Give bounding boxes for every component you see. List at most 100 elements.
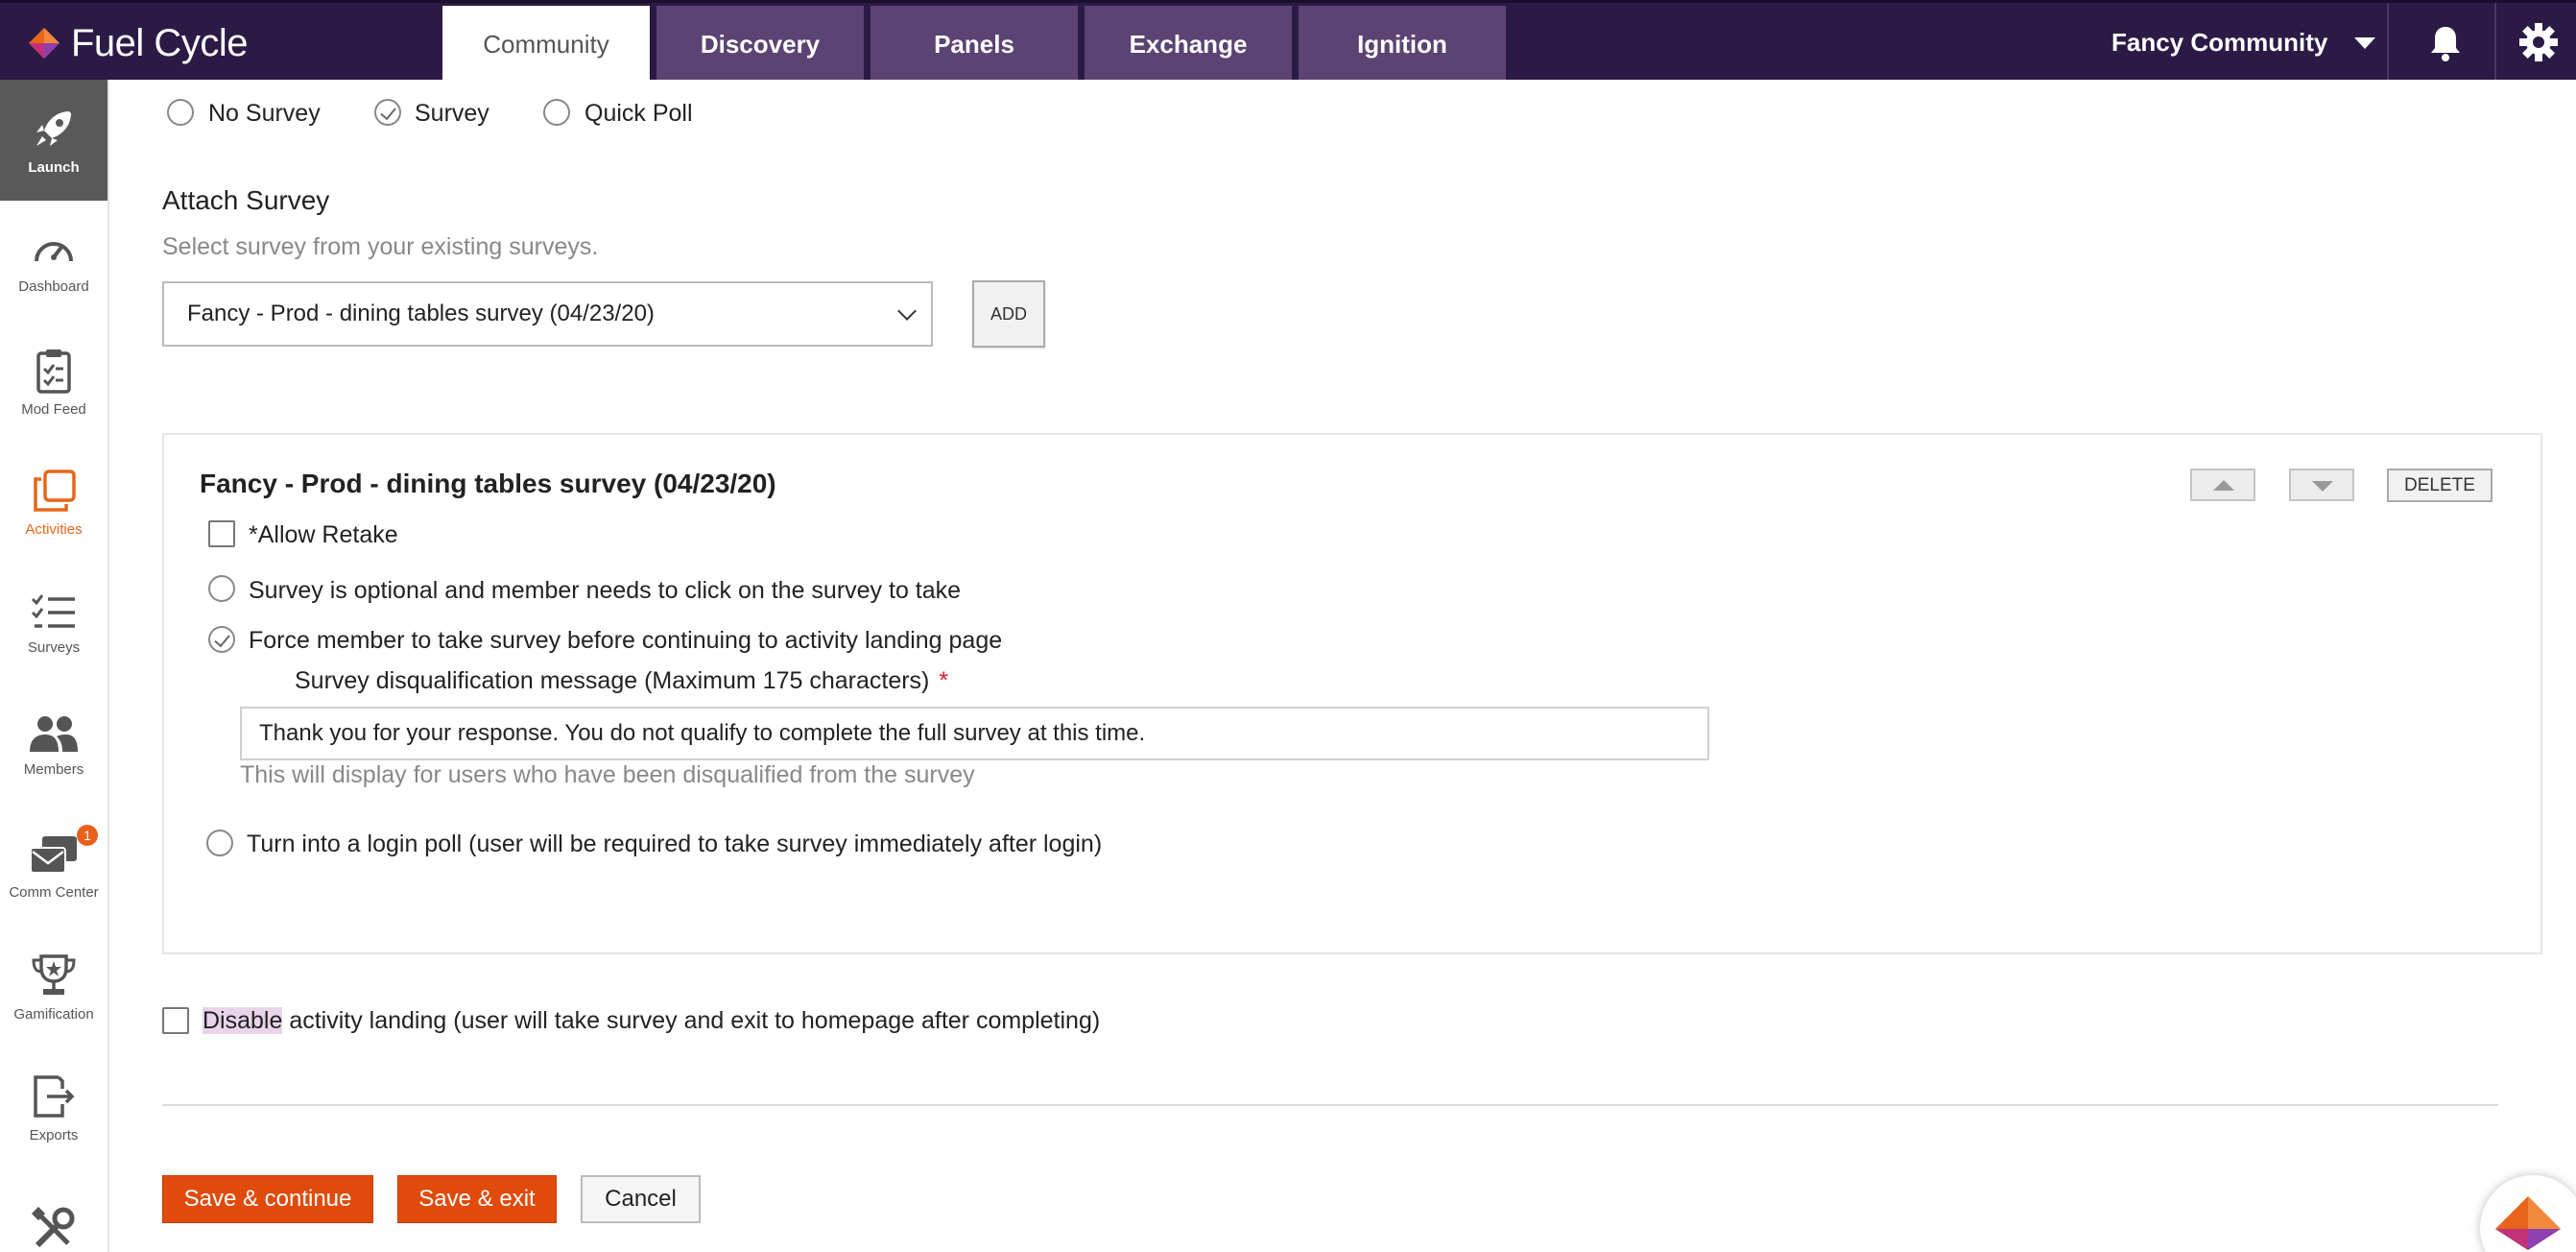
radio-label: Turn into a login poll (user will be req… <box>247 831 1103 857</box>
caret-down-icon <box>2354 36 2376 49</box>
tools-icon <box>31 1206 75 1248</box>
survey-panel-title: Fancy - Prod - dining tables survey (04/… <box>200 469 776 498</box>
disable-landing-label: Disable activity landing (user will take… <box>203 1007 1100 1035</box>
save-exit-button[interactable]: Save & exit <box>397 1175 557 1223</box>
community-name: Fancy Community <box>2111 28 2328 57</box>
gear-icon <box>2519 23 2558 61</box>
sidebar-item-label: Mod Feed <box>21 400 86 418</box>
notifications-button[interactable] <box>2428 24 2463 67</box>
gauge-icon <box>35 241 73 261</box>
tab-community[interactable]: Community <box>442 6 650 83</box>
arrow-up-icon <box>2213 480 2234 491</box>
sidebar-item-label: Surveys <box>27 638 81 656</box>
button-label: Cancel <box>605 1186 677 1212</box>
tab-label: Panels <box>934 29 1014 59</box>
radio-no-survey[interactable] <box>167 99 194 126</box>
radio-label: No Survey <box>208 100 321 127</box>
community-selector[interactable]: Fancy Community <box>2111 3 2376 83</box>
brand-name: Fuel Cycle <box>71 21 248 64</box>
tab-panels[interactable]: Panels <box>871 6 1078 83</box>
save-continue-button[interactable]: Save & continue <box>162 1175 373 1223</box>
dq-label-text: Survey disqualification message (Maximum… <box>295 667 930 694</box>
activities-icon <box>34 469 76 512</box>
radio-label: Force member to take survey before conti… <box>249 627 1003 654</box>
sidebar-item-comm-center[interactable]: 1 Comm Center <box>0 806 107 927</box>
divider <box>2494 3 2496 83</box>
mail-icon <box>30 835 77 874</box>
divider <box>2387 3 2389 83</box>
sidebar-item-activities[interactable]: Activities <box>0 443 107 564</box>
export-icon <box>34 1074 75 1118</box>
section-subtitle: Select survey from your existing surveys… <box>162 233 599 260</box>
radio-survey[interactable] <box>374 99 401 126</box>
sidebar-item-members[interactable]: Members <box>0 685 107 806</box>
sidebar-item-gamification[interactable]: Gamification <box>0 927 107 1047</box>
sidebar-item-label: Activities <box>25 520 83 538</box>
sidebar-item-surveys[interactable]: Surveys <box>0 564 107 685</box>
arrow-down-icon <box>2312 481 2333 492</box>
radio-label: Quick Poll <box>584 100 693 127</box>
section-title: Attach Survey <box>162 185 330 215</box>
radio-label: Survey <box>415 100 489 127</box>
survey-select[interactable]: Fancy - Prod - dining tables survey (04/… <box>162 281 933 347</box>
tab-label: Community <box>483 29 609 59</box>
add-survey-button[interactable]: ADD <box>972 280 1045 348</box>
app-root: Fuel Cycle Community Discovery Panels Ex… <box>0 0 2576 1252</box>
dq-message-label: Survey disqualification message (Maximum… <box>295 667 948 695</box>
button-label: Save & exit <box>418 1186 536 1212</box>
sidebar-item-label: Members <box>23 760 84 778</box>
checklist-icon <box>31 593 75 628</box>
tab-label: Ignition <box>1357 29 1447 59</box>
help-logo-icon <box>2495 1196 2561 1250</box>
required-asterisk: * <box>939 667 949 694</box>
tab-ignition[interactable]: Ignition <box>1299 6 1506 83</box>
label-text: activity landing (user will take survey … <box>282 1007 1101 1034</box>
sidebar-item-mod-feed[interactable]: Mod Feed <box>0 322 107 443</box>
left-sidebar: Launch Dashboard Mod Feed Activities Sur… <box>0 80 109 1252</box>
sidebar-item-launch[interactable]: Launch <box>0 80 107 201</box>
members-icon <box>30 715 78 752</box>
sidebar-item-dashboard[interactable]: Dashboard <box>0 201 107 322</box>
tab-exchange[interactable]: Exchange <box>1085 6 1292 83</box>
notification-badge: 1 <box>77 825 98 846</box>
button-label: Save & continue <box>183 1186 352 1212</box>
sidebar-item-label: Gamification <box>13 1005 94 1023</box>
bell-icon <box>2431 27 2460 61</box>
sidebar-item-label: Comm Center <box>9 883 99 901</box>
rocket-icon <box>36 110 71 146</box>
survey-select-value: Fancy - Prod - dining tables survey (04/… <box>187 301 655 326</box>
sidebar-item-tools[interactable] <box>0 1168 107 1252</box>
radio-force-survey[interactable] <box>208 626 235 653</box>
delete-survey-button[interactable]: DELETE <box>2387 469 2493 502</box>
top-nav-bar: Fuel Cycle Community Discovery Panels Ex… <box>0 0 2576 83</box>
move-down-button[interactable] <box>2289 469 2354 501</box>
radio-label: Survey is optional and member needs to c… <box>249 577 962 604</box>
main-content: No Survey Survey Quick Poll Attach Surve… <box>109 80 2576 1252</box>
trophy-icon <box>32 953 76 995</box>
move-up-button[interactable] <box>2190 469 2255 501</box>
settings-button[interactable] <box>2518 22 2559 67</box>
tab-discovery[interactable]: Discovery <box>656 6 864 83</box>
sidebar-item-exports[interactable]: Exports <box>0 1047 107 1168</box>
sidebar-item-label: Exports <box>29 1126 79 1144</box>
sidebar-item-label: Launch <box>28 158 80 176</box>
button-label: ADD <box>990 303 1027 324</box>
button-label: DELETE <box>2404 474 2475 495</box>
fuel-cycle-logo-icon <box>29 28 60 59</box>
dq-message-value: Thank you for your response. You do not … <box>259 720 1146 746</box>
radio-login-poll[interactable] <box>206 830 233 856</box>
sidebar-item-label: Dashboard <box>18 277 89 295</box>
radio-optional-survey[interactable] <box>208 575 235 602</box>
dq-help-text: This will display for users who have bee… <box>240 761 975 788</box>
allow-retake-label: *Allow Retake <box>249 521 398 548</box>
radio-quick-poll[interactable] <box>543 99 570 126</box>
highlighted-text: Disable <box>203 1007 283 1034</box>
tab-label: Exchange <box>1129 29 1248 59</box>
tab-label: Discovery <box>700 29 821 59</box>
brand-logo[interactable]: Fuel Cycle <box>27 20 248 66</box>
allow-retake-checkbox[interactable] <box>208 520 235 547</box>
attached-survey-panel: Fancy - Prod - dining tables survey (04/… <box>162 433 2542 954</box>
cancel-button[interactable]: Cancel <box>581 1175 701 1223</box>
disable-landing-checkbox[interactable] <box>162 1007 189 1034</box>
dq-message-input[interactable]: Thank you for your response. You do not … <box>240 707 1709 760</box>
